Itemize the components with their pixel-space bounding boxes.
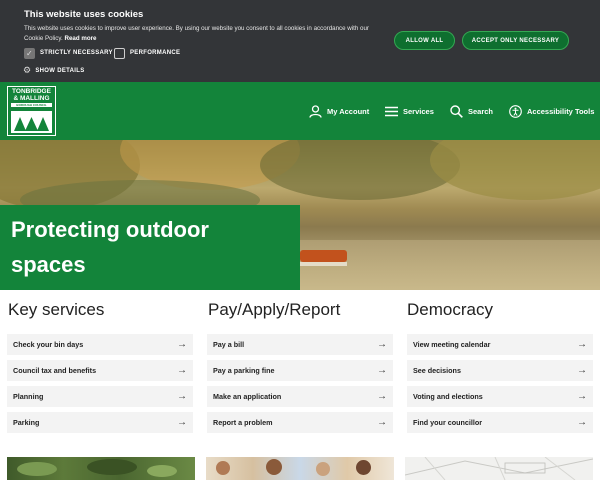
link-label: Check your bin days [13,340,84,349]
arrow-right-icon: → [177,365,187,376]
link-parking-fine[interactable]: Pay a parking fine → [207,360,393,381]
arrow-right-icon: → [377,365,387,376]
link-council-tax[interactable]: Council tax and benefits → [7,360,193,381]
logo-subtext: BOROUGH COUNCIL [11,103,52,107]
section-title-pay-apply-report: Pay/Apply/Report [208,300,341,319]
arrow-right-icon: → [377,391,387,402]
link-label: Council tax and benefits [13,366,97,375]
hero-boat [300,250,347,262]
arrow-right-icon: → [177,417,187,428]
link-meeting-calendar[interactable]: View meeting calendar → [407,334,593,355]
search-icon [450,104,463,118]
arrow-right-icon: → [577,391,587,402]
link-label: Make an application [213,392,282,401]
read-more-link[interactable]: Read more [64,35,96,42]
nav-label: Accessibility Tools [527,106,595,116]
show-details-label: SHOW DETAILS [35,67,85,74]
link-check-bin-days[interactable]: Check your bin days → [7,334,193,355]
link-label: Planning [13,392,44,401]
link-see-decisions[interactable]: See decisions → [407,360,593,381]
cookie-text: This website uses cookies to improve use… [24,24,384,43]
performance-checkbox[interactable]: PERFORMANCE [114,47,180,59]
performance-label: PERFORMANCE [130,50,181,56]
section-title-democracy: Democracy [407,300,493,319]
show-details-toggle[interactable]: ⚙ SHOW DETAILS [23,65,85,76]
strictly-necessary-label: STRICTLY NECESSARY [40,50,113,56]
nav-search[interactable]: Search [450,102,493,120]
nav-label: Services [403,106,434,116]
accept-necessary-button[interactable]: ACCEPT ONLY NECESSARY [462,31,569,50]
hero-boat-hull [300,262,347,266]
logo-emblem-icon [11,111,52,133]
nav-accessibility-tools[interactable]: Accessibility Tools [509,102,594,120]
checkbox-empty-icon [114,47,125,59]
gear-icon: ⚙ [23,65,32,75]
arrow-right-icon: → [377,417,387,428]
nav-services[interactable]: Services [385,102,434,120]
link-label: Find your councillor [413,418,483,427]
thumbnail-map[interactable] [405,457,593,480]
link-planning[interactable]: Planning → [7,386,193,407]
link-label: See decisions [413,366,461,375]
hero-foliage [260,140,460,200]
nav-label: My Account [327,106,370,116]
arrow-right-icon: → [577,365,587,376]
arrow-right-icon: → [177,391,187,402]
link-find-councillor[interactable]: Find your councillor → [407,412,593,433]
arrow-right-icon: → [577,417,587,428]
strictly-necessary-checkbox[interactable]: ✓ STRICTLY NECESSARY [24,47,113,59]
cookie-title: This website uses cookies [24,9,144,20]
cookie-banner: This website uses cookies This website u… [0,0,600,82]
link-parking[interactable]: Parking → [7,412,193,433]
allow-all-button[interactable]: ALLOW ALL [394,31,455,50]
arrow-right-icon: → [577,339,587,350]
link-label: View meeting calendar [413,340,491,349]
link-voting-elections[interactable]: Voting and elections → [407,386,593,407]
thumbnail-people[interactable] [206,457,394,480]
link-label: Voting and elections [413,392,483,401]
arrow-right-icon: → [177,339,187,350]
accessibility-icon [509,104,522,118]
link-label: Pay a parking fine [213,366,275,375]
hero-title: Protecting outdoor spaces [11,217,209,277]
checkmark-icon: ✓ [24,47,35,59]
link-report-problem[interactable]: Report a problem → [207,412,393,433]
council-logo[interactable]: TONBRIDGE & MALLING BOROUGH COUNCIL [7,86,56,136]
logo-text: TONBRIDGE & MALLING [12,88,51,102]
site-header: TONBRIDGE & MALLING BOROUGH COUNCIL My Ac… [0,82,600,140]
nav-label: Search [468,106,494,116]
thumbnail-trees[interactable] [7,457,195,480]
link-make-application[interactable]: Make an application → [207,386,393,407]
menu-icon [385,106,398,117]
user-icon [309,104,322,118]
arrow-right-icon: → [377,339,387,350]
link-pay-bill[interactable]: Pay a bill → [207,334,393,355]
nav-my-account[interactable]: My Account [309,102,369,120]
hero-foliage [430,140,600,200]
link-label: Report a problem [213,418,273,427]
section-title-key-services: Key services [8,300,105,319]
link-label: Parking [13,418,40,427]
link-label: Pay a bill [213,340,245,349]
